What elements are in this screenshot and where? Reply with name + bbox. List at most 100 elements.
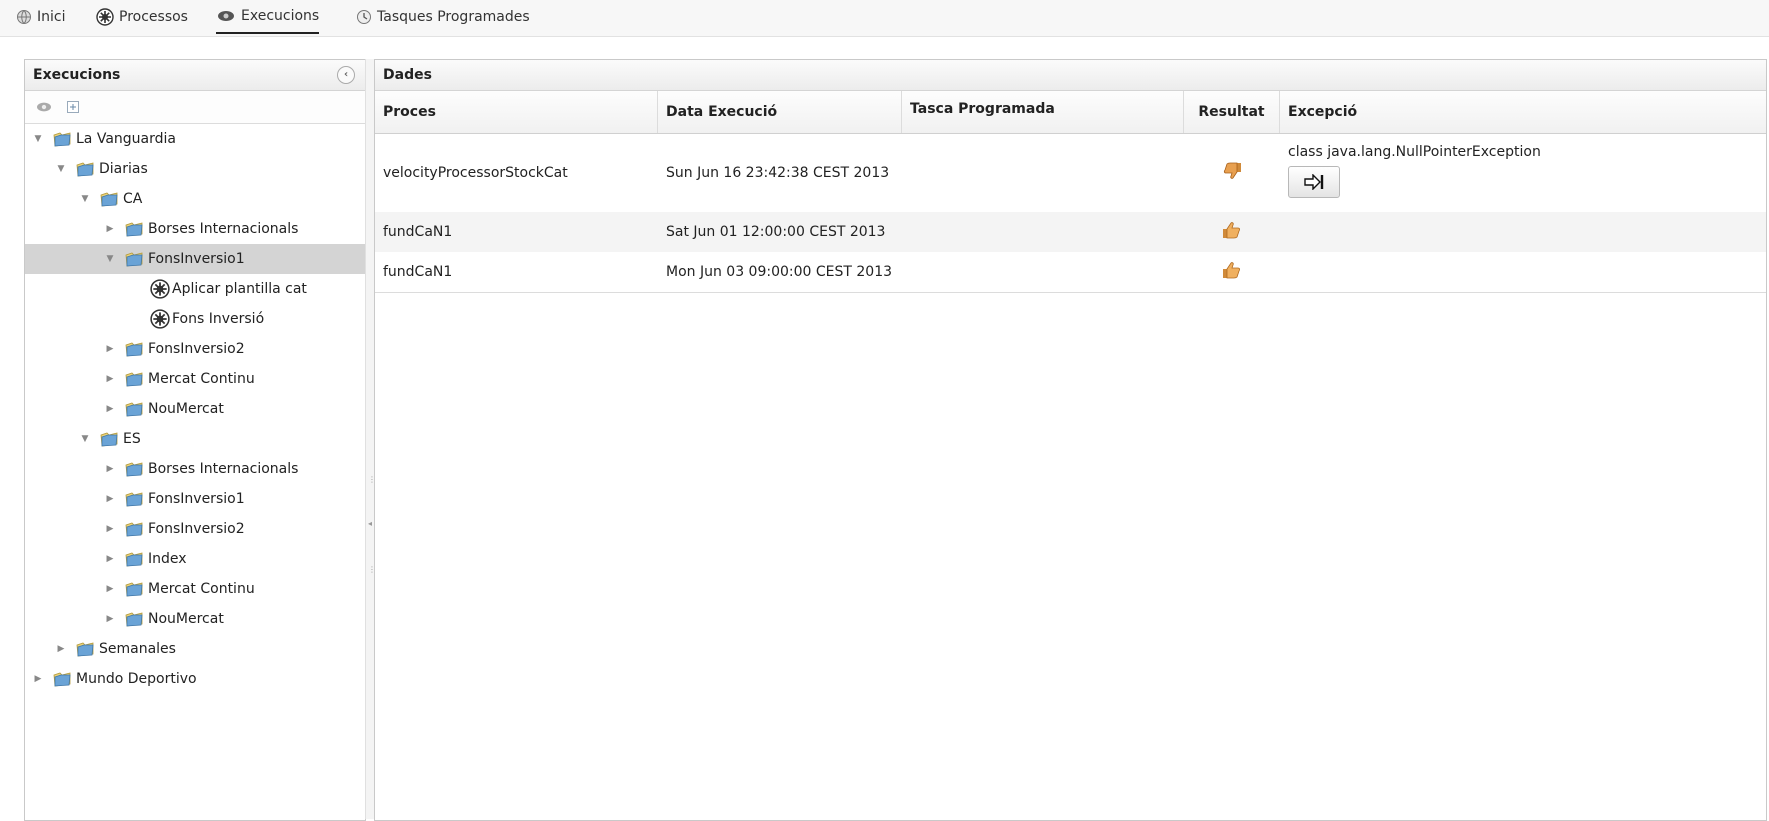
tree-node[interactable]: ▶ Borses Internacionals xyxy=(25,214,365,244)
tree-node-label: FonsInversio1 xyxy=(148,491,245,507)
column-header-excepcio[interactable]: Excepció xyxy=(1280,91,1766,133)
thumbs-down-icon xyxy=(1221,161,1243,185)
tree-node[interactable]: ▼ CA xyxy=(25,184,365,214)
tree-node[interactable]: ▶ FonsInversio2 xyxy=(25,334,365,364)
tree-node[interactable]: ▶ FonsInversio1 xyxy=(25,484,365,514)
expanded-arrow-icon[interactable]: ▼ xyxy=(33,134,43,144)
cell-tasca-programada xyxy=(902,212,1184,252)
tree-node[interactable]: ▼ La Vanguardia xyxy=(25,124,365,154)
cell-data-execucio: Sat Jun 01 12:00:00 CEST 2013 xyxy=(666,224,886,240)
expand-all-button[interactable] xyxy=(67,101,79,113)
tree-node[interactable]: ▶ FonsInversio2 xyxy=(25,514,365,544)
expanded-arrow-icon[interactable]: ▼ xyxy=(105,254,115,264)
folder-icon xyxy=(125,611,143,627)
cell-excepcio: class java.lang.NullPointerException xyxy=(1280,134,1766,212)
grid-header-row: Proces Data Execució Tasca Programada Re… xyxy=(375,91,1766,134)
column-header-data-execucio[interactable]: Data Execució xyxy=(658,91,902,133)
collapsed-arrow-icon[interactable]: ▶ xyxy=(105,404,115,414)
collapsed-arrow-icon[interactable]: ▶ xyxy=(33,674,43,684)
cell-resultat xyxy=(1184,134,1280,212)
process-icon xyxy=(150,309,170,329)
tree-node[interactable]: ▶ Mercat Continu xyxy=(25,364,365,394)
collapsed-arrow-icon[interactable]: ▶ xyxy=(105,224,115,234)
column-header-proces[interactable]: Proces xyxy=(375,91,658,133)
tree-node-label: ES xyxy=(123,431,141,447)
tree-node[interactable]: ▶ NouMercat xyxy=(25,604,365,634)
collapsed-arrow-icon[interactable]: ▶ xyxy=(105,524,115,534)
collapsed-arrow-icon[interactable]: ▶ xyxy=(105,614,115,624)
table-row[interactable]: velocityProcessorStockCat Sun Jun 16 23:4… xyxy=(375,134,1766,212)
collapsed-arrow-icon[interactable]: ▶ xyxy=(56,644,66,654)
column-header-resultat[interactable]: Resultat xyxy=(1184,91,1280,133)
menu-item-inici[interactable]: Inici xyxy=(16,0,65,34)
collapsed-arrow-icon[interactable]: ▶ xyxy=(105,374,115,384)
table-row[interactable]: fundCaN1 Mon Jun 03 09:00:00 CEST 2013 xyxy=(375,252,1766,292)
column-header-tasca-programada[interactable]: Tasca Programada xyxy=(902,91,1184,133)
tree-node-label: Borses Internacionals xyxy=(148,221,299,237)
thumbs-up-icon xyxy=(1221,260,1243,284)
execucions-panel: Execucions ‹ ▼ La Vanguardia ▼ Diarias ▼ CA ▶ B… xyxy=(24,59,366,821)
tree-node[interactable]: ▼ Diarias xyxy=(25,154,365,184)
expanded-arrow-icon[interactable]: ▼ xyxy=(80,434,90,444)
table-row[interactable]: fundCaN1 Sat Jun 01 12:00:00 CEST 2013 xyxy=(375,212,1766,252)
collapsed-arrow-icon[interactable]: ▶ xyxy=(105,494,115,504)
expanded-arrow-icon[interactable]: ▼ xyxy=(56,164,66,174)
cell-proces: fundCaN1 xyxy=(383,224,453,240)
tree-node[interactable]: ▶ Index xyxy=(25,544,365,574)
tree-node[interactable]: ▶ Borses Internacionals xyxy=(25,454,365,484)
collapsed-arrow-icon[interactable]: ▶ xyxy=(105,584,115,594)
panel-header: Dades xyxy=(375,60,1766,91)
process-icon xyxy=(150,279,170,299)
expanded-arrow-icon[interactable]: ▼ xyxy=(80,194,90,204)
collapsed-arrow-icon[interactable]: ▶ xyxy=(105,344,115,354)
top-menu-bar: Inici Processos Execucions Tasques Progr… xyxy=(0,0,1769,37)
tree-node[interactable]: Fons Inversió xyxy=(25,304,365,334)
tree-node[interactable]: ▶ NouMercat xyxy=(25,394,365,424)
show-exception-button[interactable] xyxy=(1288,166,1340,198)
folder-icon xyxy=(76,641,94,657)
folder-icon xyxy=(125,251,143,267)
tree-node-label: CA xyxy=(123,191,143,207)
grid-body: velocityProcessorStockCat Sun Jun 16 23:4… xyxy=(375,134,1766,292)
collapsed-arrow-icon[interactable]: ▶ xyxy=(105,464,115,474)
menu-item-processos[interactable]: Processos xyxy=(96,0,188,34)
cell-proces: fundCaN1 xyxy=(383,264,453,280)
cell-excepcio xyxy=(1280,252,1766,292)
folder-icon xyxy=(125,341,143,357)
panel-title: Dades xyxy=(383,67,432,83)
run-button[interactable] xyxy=(35,100,53,114)
cell-proces: velocityProcessorStockCat xyxy=(383,165,568,181)
collapse-panel-button[interactable]: ‹ xyxy=(337,66,355,84)
folder-icon xyxy=(125,581,143,597)
tree-node[interactable]: ▶ Mundo Deportivo xyxy=(25,664,365,694)
cell-resultat xyxy=(1184,212,1280,252)
folder-icon xyxy=(53,131,71,147)
tree-node[interactable]: ▶ Semanales xyxy=(25,634,365,664)
tree-node-label: Index xyxy=(148,551,187,567)
tree-node-label: NouMercat xyxy=(148,611,224,627)
folder-icon xyxy=(76,161,94,177)
tree-node[interactable]: Aplicar plantilla cat xyxy=(25,274,365,304)
expand-all-icon xyxy=(67,101,79,113)
tree-node-label: NouMercat xyxy=(148,401,224,417)
tree-node[interactable]: ▼ ES xyxy=(25,424,365,454)
tree-node-label: La Vanguardia xyxy=(76,131,176,147)
menu-item-label: Execucions xyxy=(241,8,320,24)
menu-item-execucions[interactable]: Execucions xyxy=(216,0,320,34)
cell-tasca-programada xyxy=(902,252,1184,292)
tree-node-label: FonsInversio2 xyxy=(148,341,245,357)
tree-node-label: FonsInversio2 xyxy=(148,521,245,537)
tree-node[interactable]: ▼ FonsInversio1 xyxy=(25,244,365,274)
tree-node-label: Mundo Deportivo xyxy=(76,671,197,687)
folder-icon xyxy=(125,521,143,537)
collapsed-arrow-icon[interactable]: ▶ xyxy=(105,554,115,564)
cell-data-execucio: Mon Jun 03 09:00:00 CEST 2013 xyxy=(666,264,893,280)
panel-header: Execucions ‹ xyxy=(25,60,365,91)
tree-node[interactable]: ▶ Mercat Continu xyxy=(25,574,365,604)
folder-icon xyxy=(125,461,143,477)
tree-node-label: FonsInversio1 xyxy=(148,251,245,267)
menu-item-label: Inici xyxy=(37,9,66,25)
cell-excepcio xyxy=(1280,212,1766,252)
menu-item-label: Tasques Programades xyxy=(377,9,530,25)
menu-item-tasques-programades[interactable]: Tasques Programades xyxy=(356,0,530,34)
